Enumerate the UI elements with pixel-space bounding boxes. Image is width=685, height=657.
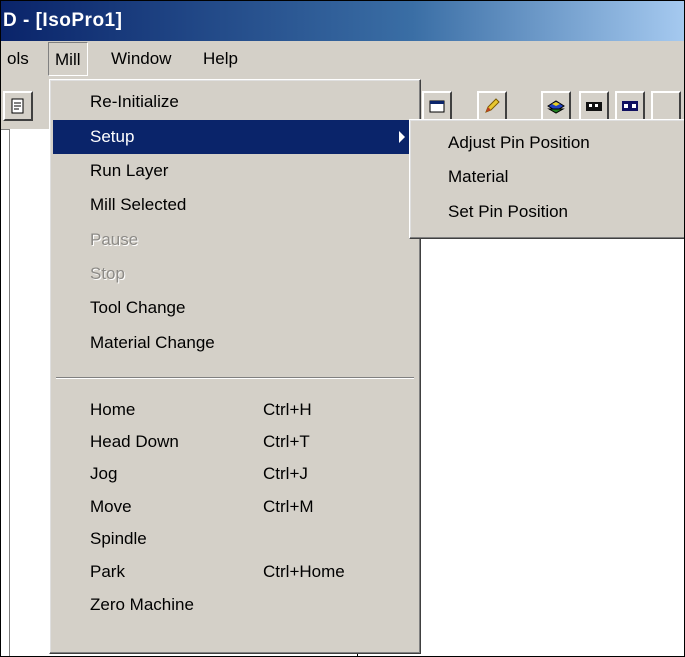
menu-item-re-initialize[interactable]: Re-Initialize: [53, 85, 417, 119]
menu-item-mill-selected[interactable]: Mill Selected: [53, 188, 417, 222]
menu-item-material-change[interactable]: Material Change: [53, 326, 417, 360]
menu-tools[interactable]: ols: [1, 41, 35, 77]
menu-item-label: Re-Initialize: [90, 92, 179, 111]
menu-item-shortcut: Ctrl+J: [263, 464, 308, 483]
submenu-item-label: Adjust Pin Position: [448, 133, 590, 152]
toolbar-button-pencil[interactable]: [477, 91, 507, 121]
layer-icon: [547, 100, 565, 114]
menu-item-label: Material Change: [90, 333, 215, 352]
toolbar-button-board[interactable]: [579, 91, 609, 121]
menu-window-label: Window: [111, 49, 172, 68]
mill-menu: Re-Initialize Setup Run Layer Mill Selec…: [49, 79, 421, 654]
menu-item-home[interactable]: Home Ctrl+H: [53, 393, 417, 427]
setup-submenu: Adjust Pin Position Material Set Pin Pos…: [409, 119, 684, 239]
menu-window[interactable]: Window: [105, 41, 177, 77]
menu-item-pause: Pause: [53, 223, 417, 257]
menu-item-label: Stop: [90, 264, 125, 283]
menu-item-label: Run Layer: [90, 161, 169, 180]
menu-item-label: Tool Change: [90, 298, 186, 317]
window-icon: [429, 100, 445, 113]
submenu-arrow-icon: [399, 131, 405, 143]
menu-item-label: Home: [90, 400, 136, 419]
menu-item-park[interactable]: Park Ctrl+Home: [53, 555, 417, 589]
menu-item-label: Zero Machine: [90, 595, 194, 614]
application-window: D - [IsoPro1] ols Mill Window Help Re-In…: [0, 0, 685, 657]
toolbar-button-layer[interactable]: [541, 91, 571, 121]
menu-help[interactable]: Help: [197, 41, 244, 77]
menu-item-label: Head Down: [90, 432, 179, 451]
menu-item-spindle[interactable]: Spindle: [53, 522, 417, 556]
menu-help-label: Help: [203, 49, 238, 68]
pencil-icon: [485, 98, 500, 113]
menu-item-label: Mill Selected: [90, 195, 187, 214]
menu-item-shortcut: Ctrl+H: [263, 400, 312, 419]
menu-bar: ols Mill Window Help: [1, 41, 684, 77]
menu-item-label: Jog: [90, 464, 118, 483]
title-bar: D - [IsoPro1]: [1, 1, 684, 41]
board-icon: [586, 102, 602, 111]
window-title: D - [IsoPro1]: [3, 10, 123, 31]
board-pair-icon: [622, 101, 638, 111]
menu-item-shortcut: Ctrl+M: [263, 497, 314, 516]
menu-item-run-layer[interactable]: Run Layer: [53, 154, 417, 188]
toolbar-button-more[interactable]: [651, 91, 681, 121]
menu-item-shortcut: Ctrl+Home: [263, 562, 345, 581]
menu-item-label: Move: [90, 497, 132, 516]
menu-item-jog[interactable]: Jog Ctrl+J: [53, 457, 417, 491]
menu-separator: [56, 377, 414, 379]
submenu-item-material[interactable]: Material: [413, 160, 683, 194]
submenu-item-adjust-pin-position[interactable]: Adjust Pin Position: [413, 126, 683, 160]
document-icon: [11, 98, 24, 114]
toolbar-button-document[interactable]: [3, 91, 33, 121]
submenu-item-label: Set Pin Position: [448, 202, 569, 221]
menu-item-label: Park: [90, 562, 125, 581]
menu-item-move[interactable]: Move Ctrl+M: [53, 490, 417, 524]
menu-mill-label: Mill: [55, 50, 81, 69]
toolbar-button-board-pair[interactable]: [615, 91, 645, 121]
menu-item-tool-change[interactable]: Tool Change: [53, 291, 417, 325]
menu-item-label: Setup: [90, 127, 135, 146]
menu-item-label: Spindle: [90, 529, 147, 548]
menu-item-shortcut: Ctrl+T: [263, 432, 310, 451]
menu-item-stop: Stop: [53, 257, 417, 291]
menu-item-head-down[interactable]: Head Down Ctrl+T: [53, 425, 417, 459]
submenu-item-set-pin-position[interactable]: Set Pin Position: [413, 195, 683, 229]
menu-item-setup[interactable]: Setup: [53, 120, 417, 154]
menu-item-label: Pause: [90, 230, 139, 249]
submenu-item-label: Material: [448, 167, 509, 186]
menu-mill[interactable]: Mill: [48, 42, 88, 76]
toolbar-button-window[interactable]: [422, 91, 452, 121]
menu-item-zero-machine[interactable]: Zero Machine: [53, 588, 417, 622]
menu-tools-label: ols: [7, 49, 29, 68]
